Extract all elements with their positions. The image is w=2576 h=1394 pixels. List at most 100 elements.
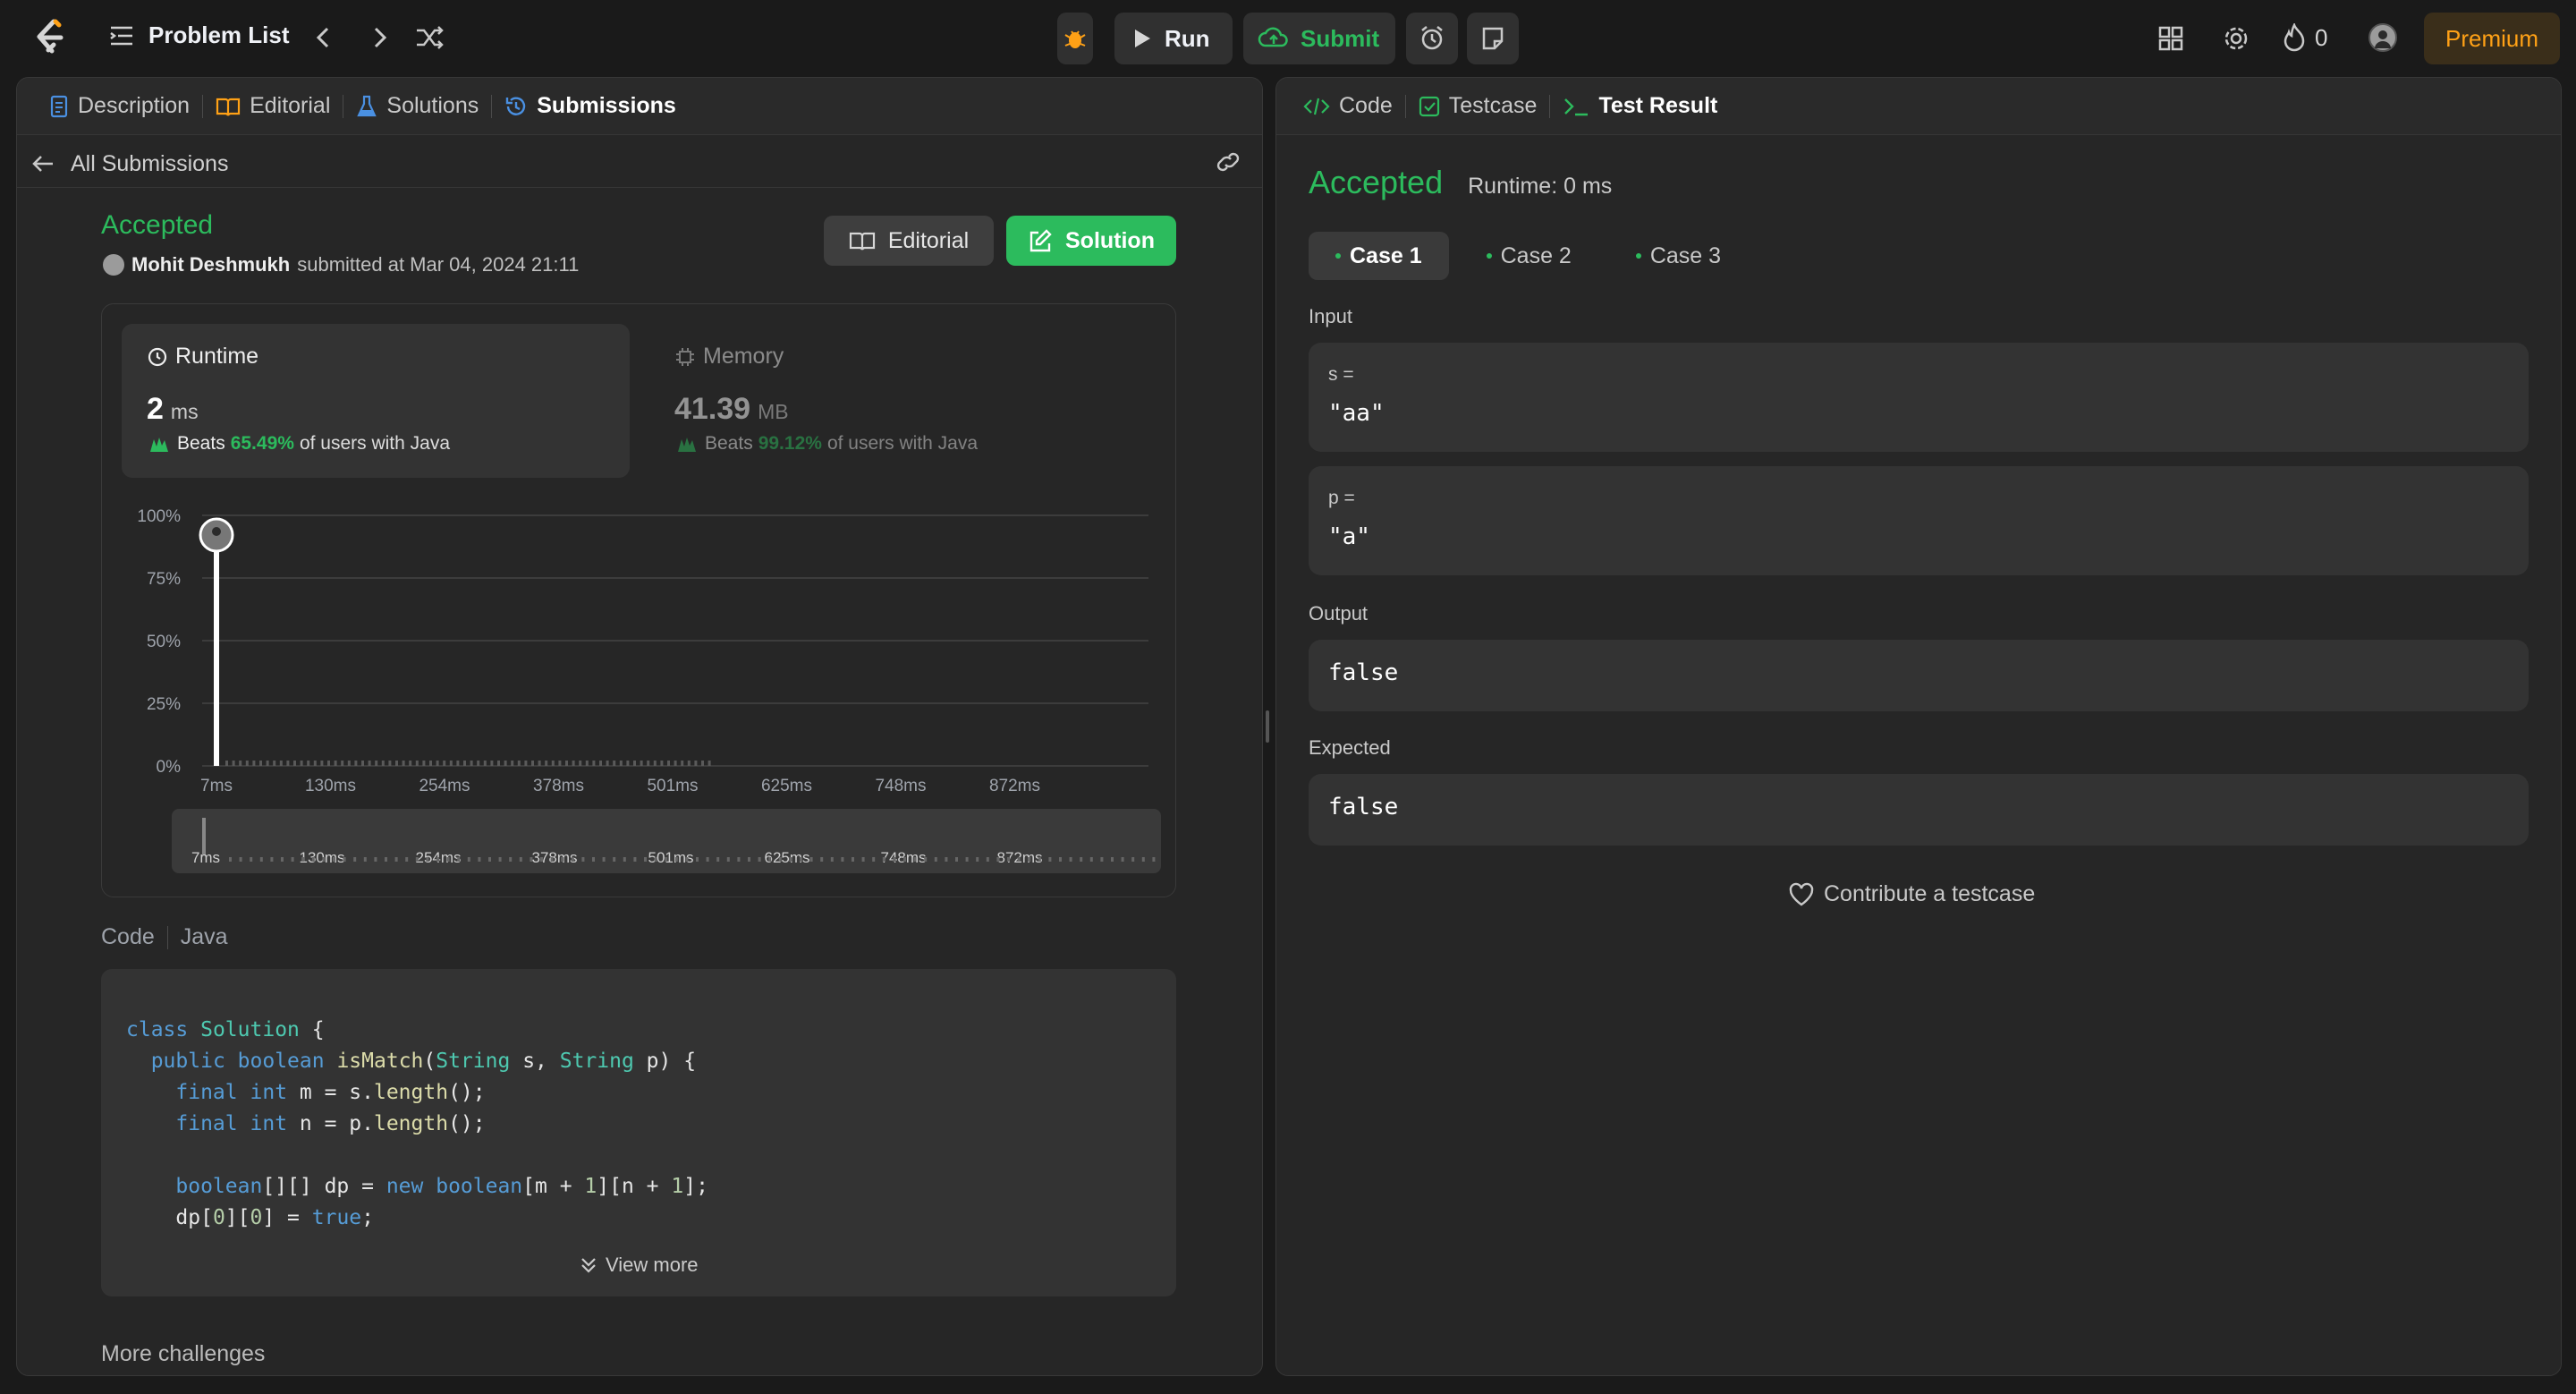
brush-bar bbox=[674, 857, 678, 862]
chart-bar bbox=[327, 761, 330, 766]
settings-gear-icon[interactable] bbox=[2222, 24, 2250, 53]
brush-bar bbox=[893, 857, 896, 862]
chart-bar bbox=[409, 761, 412, 766]
right-tab-bar: Code Testcase Test Result bbox=[1276, 78, 2561, 135]
tab-editorial[interactable]: Editorial bbox=[203, 93, 343, 119]
chart-bar bbox=[402, 761, 405, 766]
chart-bar bbox=[653, 761, 657, 766]
tab-testcase[interactable]: Testcase bbox=[1406, 93, 1550, 119]
chart-bar bbox=[565, 761, 568, 766]
chart-bar bbox=[347, 761, 351, 766]
share-link-icon[interactable] bbox=[1214, 149, 1242, 174]
right-panel: Code Testcase Test Result Accepted Runti… bbox=[1275, 77, 2562, 1376]
contribute-testcase-link[interactable]: Contribute a testcase bbox=[1788, 881, 2035, 907]
brush-bar bbox=[726, 857, 730, 862]
result-status: Accepted bbox=[1309, 164, 1444, 200]
brush-bar bbox=[768, 857, 772, 862]
tab-submissions[interactable]: Submissions bbox=[492, 93, 689, 119]
chart-bar bbox=[545, 761, 548, 766]
shuffle-icon[interactable] bbox=[415, 25, 445, 50]
brush-bar bbox=[343, 857, 346, 862]
chart-bar bbox=[422, 761, 426, 766]
tab-submissions-label: Submissions bbox=[537, 93, 676, 118]
problem-list-button[interactable]: Problem List bbox=[109, 21, 289, 49]
brush-bar bbox=[498, 857, 502, 862]
runtime-distribution-chart: 100% 75% 50% 25% 0% 7ms 130ms 254ms 378ms 501ms 62… bbox=[137, 507, 1161, 873]
submission-meta: Mohit Deshmukh submitted at Mar 04, 2024… bbox=[103, 253, 579, 276]
brush-bar bbox=[841, 857, 844, 862]
timer-button[interactable] bbox=[1406, 13, 1458, 64]
expected-box: false bbox=[1309, 774, 2529, 846]
brush-bar bbox=[1048, 857, 1052, 862]
submitter-name[interactable]: Mohit Deshmukh bbox=[131, 253, 290, 276]
terminal-icon bbox=[1563, 96, 1589, 117]
case-tab-3[interactable]: Case 3 bbox=[1609, 232, 1748, 280]
submit-button[interactable]: Submit bbox=[1243, 13, 1395, 64]
x-tick-label: 7ms bbox=[200, 777, 233, 795]
view-more-button[interactable]: View more bbox=[579, 1254, 699, 1277]
case-tab-2[interactable]: Case 2 bbox=[1460, 232, 1598, 280]
runtime-value: 2 ms bbox=[147, 392, 199, 427]
x-tick-label: 625ms bbox=[761, 777, 812, 795]
brush-bar bbox=[571, 857, 574, 862]
tab-solutions[interactable]: Solutions bbox=[343, 93, 491, 119]
brush-bar bbox=[550, 857, 554, 862]
notes-button[interactable] bbox=[1467, 13, 1519, 64]
tab-test-result[interactable]: Test Result bbox=[1550, 93, 1730, 119]
streak-counter[interactable]: 0 bbox=[2283, 23, 2327, 52]
result-header: Accepted Runtime: 0 ms bbox=[1309, 164, 1612, 201]
next-problem-icon[interactable] bbox=[369, 25, 390, 50]
code-block[interactable]: class Solution { public boolean isMatch(… bbox=[101, 969, 1176, 1296]
x-tick-label: 872ms bbox=[989, 777, 1040, 795]
brush-bar bbox=[830, 857, 834, 862]
brush-bar bbox=[592, 857, 595, 862]
brush-bar bbox=[436, 857, 439, 862]
runtime-card[interactable]: Runtime 2 ms Beats 65.49% of users with … bbox=[122, 324, 630, 478]
memory-card[interactable]: Memory 41.39 MB Beats 99.12% of users wi… bbox=[649, 324, 1157, 478]
brush-bar bbox=[250, 857, 253, 862]
all-submissions-link[interactable]: All Submissions bbox=[31, 146, 228, 182]
brush-bar bbox=[1131, 857, 1135, 862]
case-pass-dot bbox=[1335, 253, 1341, 259]
brush-bar bbox=[488, 857, 491, 862]
brush-bar bbox=[311, 857, 315, 862]
input-s-box: s = "aa" bbox=[1309, 343, 2529, 452]
brush-bar bbox=[706, 857, 709, 862]
previous-problem-icon[interactable] bbox=[313, 25, 335, 50]
debug-button[interactable] bbox=[1057, 13, 1093, 64]
brush-bar bbox=[872, 857, 876, 862]
tab-code-label: Code bbox=[1339, 93, 1393, 118]
chart-bar bbox=[456, 761, 460, 766]
run-button[interactable]: Run bbox=[1114, 13, 1233, 64]
brush-bar bbox=[716, 857, 720, 862]
panel-resize-handle[interactable] bbox=[1266, 710, 1269, 743]
output-value: false bbox=[1328, 659, 1399, 686]
chart-bar bbox=[320, 761, 324, 766]
chart-bar bbox=[313, 761, 317, 766]
solution-button[interactable]: Solution bbox=[1006, 216, 1176, 266]
chart-bar bbox=[477, 761, 480, 766]
editorial-button[interactable]: Editorial bbox=[824, 216, 994, 266]
premium-button[interactable]: Premium bbox=[2424, 13, 2560, 64]
case-tab-1[interactable]: Case 1 bbox=[1309, 232, 1449, 280]
brush-bar bbox=[405, 857, 409, 862]
chart-bar bbox=[511, 761, 514, 766]
brush-bar bbox=[633, 857, 637, 862]
tab-description[interactable]: Description bbox=[37, 93, 202, 119]
tab-code[interactable]: Code bbox=[1291, 93, 1405, 119]
bug-icon bbox=[1063, 26, 1088, 51]
brush-bar bbox=[561, 857, 564, 862]
chart-bar bbox=[674, 761, 677, 766]
leetcode-logo-icon[interactable] bbox=[34, 18, 66, 57]
layout-grid-icon[interactable] bbox=[2157, 25, 2184, 52]
brush-bar bbox=[1080, 857, 1083, 862]
user-avatar[interactable] bbox=[2368, 23, 2397, 52]
brush-bar bbox=[581, 857, 585, 862]
flask-icon bbox=[356, 95, 377, 118]
brush-bar bbox=[291, 857, 294, 862]
brush-bar bbox=[748, 857, 750, 862]
chart-bar bbox=[381, 761, 385, 766]
brush-bar bbox=[737, 857, 741, 862]
code-label: Code bbox=[101, 924, 155, 949]
chart-bar bbox=[334, 761, 337, 766]
